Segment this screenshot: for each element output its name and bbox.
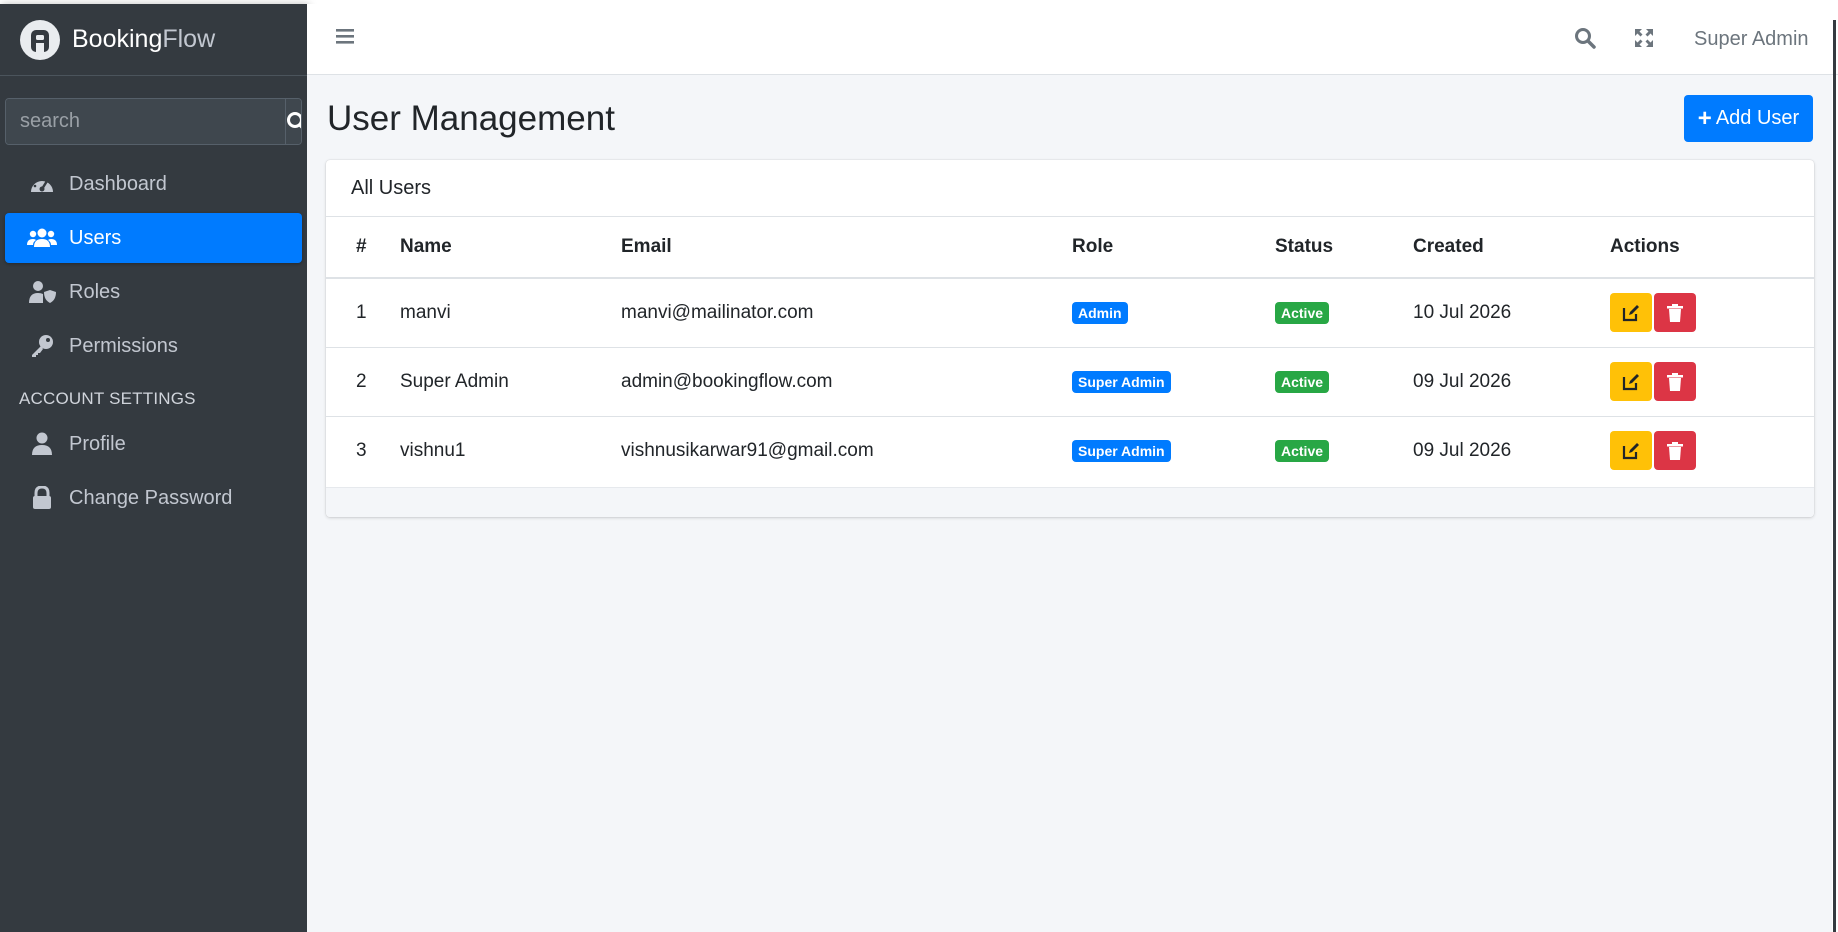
status-badge: Active: [1275, 439, 1330, 462]
lock-icon: [27, 486, 57, 510]
created-date: 09 Jul 2026: [1413, 347, 1610, 417]
card-footer: [326, 487, 1814, 517]
edit-button[interactable]: [1610, 431, 1652, 471]
sidebar-item-roles[interactable]: Roles: [5, 267, 302, 317]
created-date: 10 Jul 2026: [1413, 278, 1610, 348]
fullscreen-expand-icon[interactable]: [1634, 28, 1654, 53]
edit-icon: [1622, 442, 1639, 459]
column-header-email: Email: [621, 217, 1072, 279]
user-icon: [27, 432, 57, 456]
sidebar-search: [5, 98, 302, 145]
sidebar-item-users[interactable]: Users: [5, 213, 302, 263]
table-row: 1 manvi manvi@mailinator.com Admin Activ…: [326, 278, 1814, 348]
add-user-button[interactable]: + Add User: [1684, 95, 1813, 142]
role-badge: Super Admin: [1072, 439, 1171, 462]
sidebar-item-label: Dashboard: [69, 172, 167, 195]
created-date: 09 Jul 2026: [1413, 439, 1512, 461]
app-window: BookingFlow Dashboard Users Roles: [0, 0, 1838, 932]
sidebar-item-label: Permissions: [69, 334, 178, 357]
brand[interactable]: BookingFlow: [0, 4, 307, 76]
role-badge: Admin: [1072, 301, 1128, 324]
table-header-row: # Name Email Role Status Created Actions: [326, 217, 1814, 279]
delete-button[interactable]: [1654, 362, 1696, 401]
key-icon: [27, 334, 57, 358]
trash-icon: [1667, 372, 1683, 391]
search-icon: [287, 111, 301, 128]
row-number: 1: [326, 278, 400, 348]
sidebar-item-change-password[interactable]: Change Password: [5, 473, 302, 523]
user-name: manvi: [400, 278, 621, 348]
row-number: 3: [356, 439, 367, 461]
topbar-search-icon[interactable]: [1574, 27, 1596, 54]
user-email: manvi@mailinator.com: [621, 278, 1072, 348]
sidebar-search-button[interactable]: [285, 99, 301, 144]
account-settings-header: ACCOUNT SETTINGS: [19, 389, 196, 408]
edit-button[interactable]: [1610, 362, 1652, 401]
sidebar-item-label: Roles: [69, 280, 121, 303]
column-header-name: Name: [400, 217, 621, 279]
user-email: vishnusikarwar91@gmail.com: [621, 439, 874, 461]
plus-icon: +: [1697, 104, 1712, 132]
column-header-number: #: [326, 217, 400, 279]
sidebar-item-label: Profile: [69, 432, 126, 455]
dashboard-gauge-icon: [27, 173, 57, 195]
topbar-user-name[interactable]: Super Admin: [1694, 28, 1809, 51]
topbar: Super Admin: [307, 4, 1838, 75]
user-name: Super Admin: [400, 347, 621, 417]
sidebar-item-label: Users: [69, 226, 122, 249]
sidebar-item-permissions[interactable]: Permissions: [5, 321, 302, 371]
user-name: vishnu1: [400, 439, 466, 461]
sidebar-item-dashboard[interactable]: Dashboard: [5, 159, 302, 209]
row-number: 2: [326, 347, 400, 417]
add-user-label: Add User: [1715, 107, 1800, 129]
sidebar: BookingFlow Dashboard Users Roles: [0, 4, 307, 932]
users-table: # Name Email Role Status Created Actions…: [326, 217, 1814, 485]
table-row: 2 Super Admin admin@bookingflow.com Supe…: [326, 347, 1814, 417]
sidebar-item-label: Change Password: [69, 486, 233, 509]
edit-icon: [1622, 373, 1639, 390]
brand-name: BookingFlow: [72, 25, 216, 53]
status-badge: Active: [1275, 301, 1330, 324]
sidebar-search-input[interactable]: [6, 99, 285, 144]
column-header-role: Role: [1072, 217, 1275, 279]
user-shield-icon: [27, 280, 57, 304]
role-badge: Super Admin: [1072, 370, 1171, 393]
hamburger-menu-icon[interactable]: [335, 26, 355, 51]
status-badge: Active: [1275, 370, 1330, 393]
brand-logo-icon: [20, 19, 60, 60]
edit-icon: [1622, 304, 1639, 321]
column-header-created: Created: [1413, 217, 1610, 279]
users-card: All Users # Name Email Role Status Creat…: [326, 160, 1814, 517]
page-title: User Management: [327, 99, 615, 138]
card-title: All Users: [326, 160, 1814, 217]
window-edge: [1833, 20, 1836, 932]
column-header-status: Status: [1275, 217, 1413, 279]
edit-button[interactable]: [1610, 293, 1652, 333]
table-row: 3 vishnu1 vishnusikarwar91@gmail.com Sup…: [326, 416, 1814, 485]
delete-button[interactable]: [1654, 293, 1696, 333]
trash-icon: [1667, 303, 1683, 322]
trash-icon: [1667, 441, 1683, 460]
delete-button[interactable]: [1654, 431, 1696, 471]
main-content: User Management + Add User All Users # Na…: [307, 75, 1832, 932]
sidebar-item-profile[interactable]: Profile: [5, 419, 302, 469]
user-email: admin@bookingflow.com: [621, 347, 1072, 417]
column-header-actions: Actions: [1610, 217, 1814, 279]
users-icon: [27, 227, 57, 249]
